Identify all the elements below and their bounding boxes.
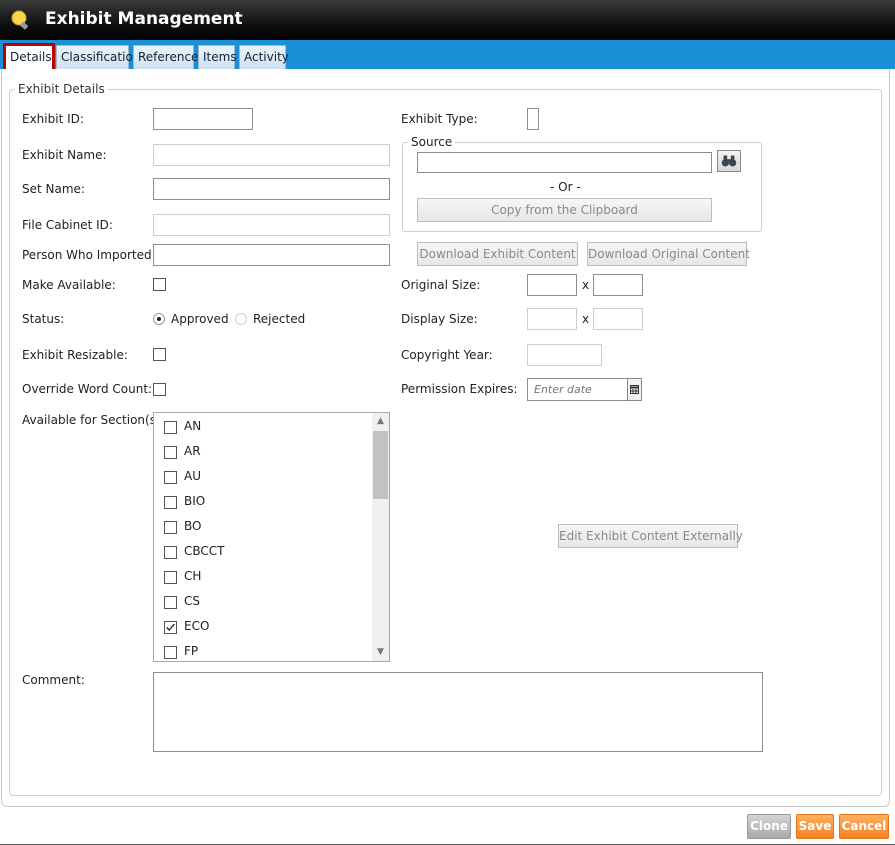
- section-checkbox[interactable]: [164, 571, 177, 584]
- status-approved-label: Approved: [171, 312, 229, 326]
- cancel-button[interactable]: Cancel: [839, 814, 889, 839]
- source-legend: Source: [408, 135, 456, 149]
- set-name-input[interactable]: [153, 178, 390, 200]
- make-available-checkbox[interactable]: [153, 278, 166, 291]
- original-width-input[interactable]: [527, 274, 577, 296]
- section-checkbox[interactable]: [164, 496, 177, 509]
- binoculars-icon: [721, 155, 737, 167]
- tab-reference[interactable]: Reference: [133, 45, 198, 69]
- checkmark-icon: [166, 623, 175, 632]
- status-rejected-label: Rejected: [253, 312, 306, 326]
- tab-items[interactable]: Items: [198, 45, 237, 69]
- section-checkbox[interactable]: [164, 471, 177, 484]
- tab-classification[interactable]: Classification: [56, 45, 140, 69]
- file-cabinet-id-input[interactable]: [153, 214, 390, 236]
- source-path-input[interactable]: [417, 152, 712, 173]
- display-height-input[interactable]: [593, 308, 643, 330]
- make-available-label: Make Available:: [22, 278, 116, 292]
- comment-label: Comment:: [22, 673, 85, 687]
- section-checkbox[interactable]: [164, 646, 177, 659]
- exhibit-name-label: Exhibit Name:: [22, 148, 107, 162]
- copyright-year-input[interactable]: [527, 344, 602, 366]
- clone-button[interactable]: Clone: [747, 814, 791, 839]
- comment-textarea[interactable]: [153, 672, 763, 752]
- override-word-count-label: Override Word Count:: [22, 382, 153, 396]
- original-height-input[interactable]: [593, 274, 643, 296]
- section-checkbox[interactable]: [164, 546, 177, 559]
- available-sections-label: Available for Section(s): [22, 413, 161, 427]
- exhibit-type-label: Exhibit Type:: [401, 112, 478, 126]
- file-cabinet-id-label: File Cabinet ID:: [22, 218, 113, 232]
- exhibit-name-input[interactable]: [153, 144, 390, 166]
- exhibit-id-input[interactable]: [153, 108, 253, 130]
- download-original-button[interactable]: Download Original Content: [587, 242, 750, 266]
- status-label: Status:: [22, 312, 65, 326]
- exhibit-id-label: Exhibit ID:: [22, 112, 84, 126]
- display-width-input[interactable]: [527, 308, 577, 330]
- status-approved-radio[interactable]: [153, 313, 165, 325]
- sections-listbox[interactable]: AN AR AU BIO BO CBCCT CH CS ECO FP ▲ ▼: [153, 412, 390, 662]
- person-imported-input[interactable]: [153, 244, 390, 266]
- section-checkbox[interactable]: [164, 596, 177, 609]
- window-title: Exhibit Management: [45, 9, 243, 29]
- scroll-down-icon[interactable]: ▼: [372, 644, 389, 661]
- date-picker-button[interactable]: [627, 378, 642, 401]
- download-exhibit-button[interactable]: Download Exhibit Content: [417, 242, 578, 266]
- tab-bar: Details Classification Reference Items A…: [0, 40, 895, 70]
- copyright-year-label: Copyright Year:: [401, 348, 493, 362]
- original-size-label: Original Size:: [401, 278, 481, 292]
- status-rejected-radio[interactable]: [235, 313, 247, 325]
- person-imported-label: Person Who Imported:: [22, 248, 156, 262]
- exhibit-resizable-label: Exhibit Resizable:: [22, 348, 128, 362]
- section-checkbox[interactable]: [164, 446, 177, 459]
- save-button[interactable]: Save: [796, 814, 834, 839]
- section-checkbox[interactable]: [164, 521, 177, 534]
- browse-button[interactable]: [717, 150, 741, 172]
- exhibit-resizable-checkbox[interactable]: [153, 348, 166, 361]
- list-scrollbar[interactable]: ▲ ▼: [372, 413, 389, 661]
- tab-activity[interactable]: Activity: [239, 45, 289, 69]
- override-word-count-checkbox[interactable]: [153, 383, 166, 396]
- calendar-icon: [630, 385, 639, 394]
- edit-externally-button[interactable]: Edit Exhibit Content Externally: [558, 524, 743, 548]
- permission-expires-label: Permission Expires:: [401, 382, 518, 396]
- section-checkbox[interactable]: [164, 621, 177, 634]
- display-size-label: Display Size:: [401, 312, 478, 326]
- display-size-sep: x: [582, 312, 590, 326]
- or-separator: - Or -: [550, 180, 581, 194]
- exhibit-details-legend: Exhibit Details: [15, 82, 108, 96]
- permission-expires-input[interactable]: [527, 378, 628, 401]
- set-name-label: Set Name:: [22, 182, 85, 196]
- scroll-thumb[interactable]: [373, 431, 388, 499]
- exhibit-type-field[interactable]: [527, 108, 539, 130]
- copy-clipboard-button[interactable]: Copy from the Clipboard: [417, 198, 712, 222]
- scroll-up-icon[interactable]: ▲: [372, 413, 389, 430]
- title-bar: Exhibit Management: [0, 0, 895, 40]
- original-size-sep: x: [582, 278, 590, 292]
- tab-details[interactable]: Details: [3, 43, 55, 70]
- lightbulb-icon: [11, 10, 28, 30]
- section-checkbox[interactable]: [164, 421, 177, 434]
